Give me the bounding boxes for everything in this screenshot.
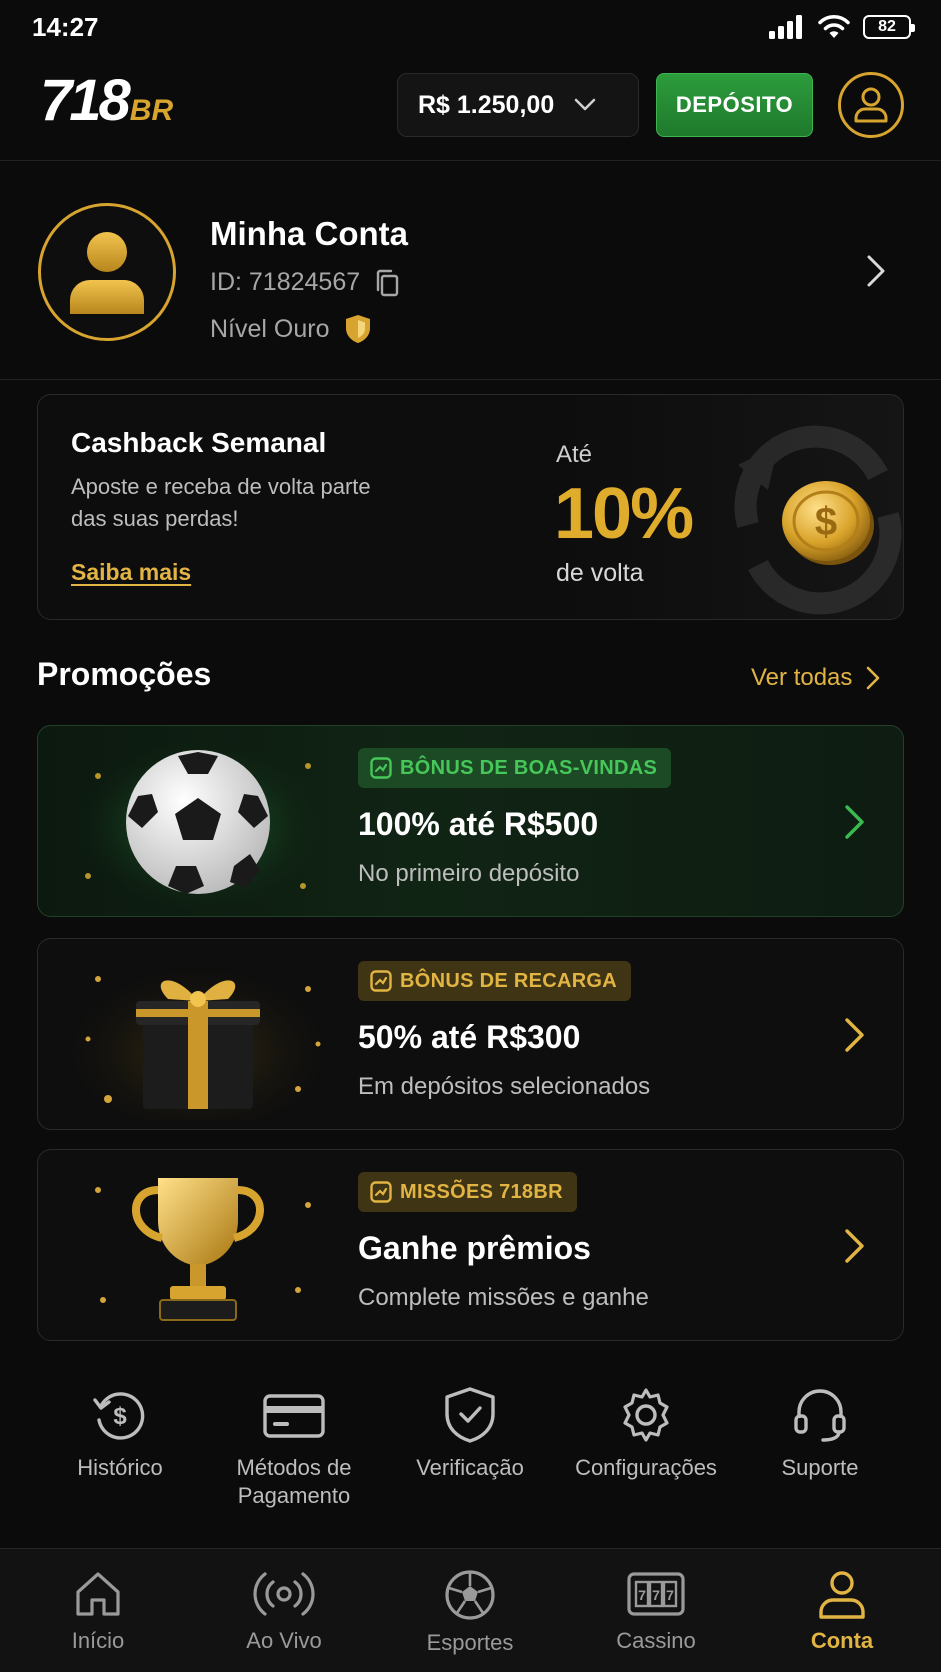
gift-box-icon xyxy=(68,959,328,1121)
quick-action-settings[interactable]: Configurações xyxy=(556,1386,736,1482)
svg-text:7: 7 xyxy=(652,1587,660,1603)
cashback-title: Cashback Semanal xyxy=(71,427,327,458)
account-id: ID: 71824567 xyxy=(210,268,361,296)
gold-shield-icon xyxy=(346,315,371,343)
shield-check-icon xyxy=(445,1387,495,1443)
svg-text:7: 7 xyxy=(638,1587,646,1603)
quick-action-label: Configurações xyxy=(575,1455,717,1480)
trophy-icon xyxy=(95,1178,311,1321)
quick-action-label: Métodos de Pagamento xyxy=(236,1455,352,1508)
history-icon: $ xyxy=(93,1392,145,1440)
nav-label: Início xyxy=(71,1628,125,1653)
status-icons: 82 xyxy=(769,14,915,40)
nav-label: Esportes xyxy=(426,1630,514,1655)
deposit-button[interactable]: DEPÓSITO xyxy=(656,73,813,137)
slot-machine-icon: 7 7 7 xyxy=(627,1572,685,1616)
svg-text:7: 7 xyxy=(666,1587,674,1603)
promo-card-welcome-bonus[interactable]: BÔNUS DE BOAS-VINDAS 100% até R$500 No p… xyxy=(37,725,904,917)
quick-action-history[interactable]: $ Histórico xyxy=(30,1386,210,1482)
signal-icon xyxy=(769,15,802,39)
profile-button[interactable] xyxy=(838,72,904,138)
status-time: 14:27 xyxy=(32,12,99,42)
promo-badge-label: BÔNUS DE BOAS-VINDAS xyxy=(400,756,658,779)
promo-card-missions[interactable]: MISSÕES 718BR Ganhe prêmios Complete mis… xyxy=(37,1149,904,1341)
card-icon xyxy=(263,1394,325,1438)
header-divider xyxy=(0,160,941,161)
nav-item-live[interactable]: Ao Vivo xyxy=(204,1568,364,1654)
nav-label: Conta xyxy=(810,1628,874,1653)
promo-subtitle: No primeiro depósito xyxy=(358,860,580,887)
cashback-description: Aposte e receba de volta parte das suas … xyxy=(71,474,371,531)
account-level: Nível Ouro xyxy=(210,314,330,343)
copy-icon[interactable] xyxy=(374,269,400,297)
promo-chevron-right-icon xyxy=(845,1229,864,1263)
quick-action-verification[interactable]: Verificação xyxy=(380,1386,560,1482)
soccer-ball-icon xyxy=(68,736,328,908)
promo-title: Ganhe prêmios xyxy=(358,1230,591,1266)
avatar[interactable] xyxy=(38,203,176,341)
promo-badge-label: BÔNUS DE RECARGA xyxy=(400,969,618,992)
promo-badge: BÔNUS DE BOAS-VINDAS xyxy=(358,748,672,788)
bonus-tag-icon xyxy=(370,970,392,992)
promo-title: 100% até R$500 xyxy=(358,806,599,842)
quick-action-payment-methods[interactable]: Métodos de Pagamento xyxy=(204,1386,384,1510)
account-chevron-right-icon[interactable] xyxy=(866,254,886,288)
svg-text:$: $ xyxy=(815,500,837,544)
headset-icon xyxy=(794,1389,846,1442)
quick-action-label: Verificação xyxy=(416,1455,524,1480)
nav-label: Ao Vivo xyxy=(246,1628,322,1653)
brand-logo[interactable]: 718 BR xyxy=(40,72,173,130)
promo-badge: BÔNUS DE RECARGA xyxy=(358,961,632,1001)
balance-amount: R$ 1.250,00 xyxy=(418,90,555,119)
cashback-learn-more-link[interactable]: Saiba mais xyxy=(71,559,191,586)
cashback-card[interactable]: Cashback Semanal Aposte e receba de volt… xyxy=(37,394,904,620)
nav-item-account[interactable]: Conta xyxy=(762,1568,922,1654)
logo-main-text: 718 xyxy=(40,68,131,133)
cashback-suffix: de volta xyxy=(556,559,644,587)
promo-subtitle: Em depósitos selecionados xyxy=(358,1073,651,1100)
logo-suffix-text: BR xyxy=(129,94,174,127)
bonus-tag-icon xyxy=(370,1181,392,1203)
nav-label: Cassino xyxy=(616,1628,696,1653)
promo-badge: MISSÕES 718BR xyxy=(358,1172,577,1212)
chevron-down-icon xyxy=(574,98,596,111)
wifi-icon xyxy=(818,15,850,38)
svg-text:$: $ xyxy=(113,1403,127,1430)
promo-title: 50% até R$300 xyxy=(358,1019,581,1055)
nav-item-home[interactable]: Início xyxy=(18,1568,178,1654)
account-title: Minha Conta xyxy=(210,215,408,252)
promo-subtitle: Complete missões e ganhe xyxy=(358,1284,649,1311)
home-icon xyxy=(76,1572,120,1616)
account-level-row: Nível Ouro xyxy=(210,314,371,344)
bonus-tag-icon xyxy=(370,757,392,779)
quick-action-label: Suporte xyxy=(781,1455,859,1480)
account-id-row: ID: 71824567 xyxy=(210,268,400,297)
cashback-prefix: Até xyxy=(556,441,593,468)
quick-action-label: Histórico xyxy=(77,1455,163,1480)
promo-chevron-right-icon xyxy=(845,1018,864,1052)
gear-icon xyxy=(623,1388,669,1442)
avatar-user-icon xyxy=(70,232,144,314)
user-icon xyxy=(819,1571,865,1619)
user-icon xyxy=(854,87,888,123)
promo-badge-label: MISSÕES 718BR xyxy=(400,1180,563,1203)
account-divider xyxy=(0,379,941,380)
see-all-promotions-link[interactable]: Ver todas xyxy=(751,664,880,692)
soccer-icon xyxy=(445,1570,495,1620)
quick-action-support[interactable]: Suporte xyxy=(730,1386,910,1482)
see-all-label: Ver todas xyxy=(751,664,853,691)
gold-coin-icon: $ xyxy=(782,481,874,565)
battery-icon: 82 xyxy=(863,15,915,39)
nav-item-casino[interactable]: 7 7 7 Cassino xyxy=(576,1568,736,1654)
balance-selector[interactable]: R$ 1.250,00 xyxy=(397,73,639,137)
promotions-heading: Promoções xyxy=(37,656,212,692)
cashback-percent: 10% xyxy=(554,474,694,554)
chevron-right-icon xyxy=(867,666,880,690)
live-icon xyxy=(253,1572,315,1616)
nav-item-sports[interactable]: Esportes xyxy=(390,1568,550,1656)
promo-card-reload-bonus[interactable]: BÔNUS DE RECARGA 50% até R$300 Em depósi… xyxy=(37,938,904,1130)
promo-chevron-right-icon xyxy=(845,805,864,839)
